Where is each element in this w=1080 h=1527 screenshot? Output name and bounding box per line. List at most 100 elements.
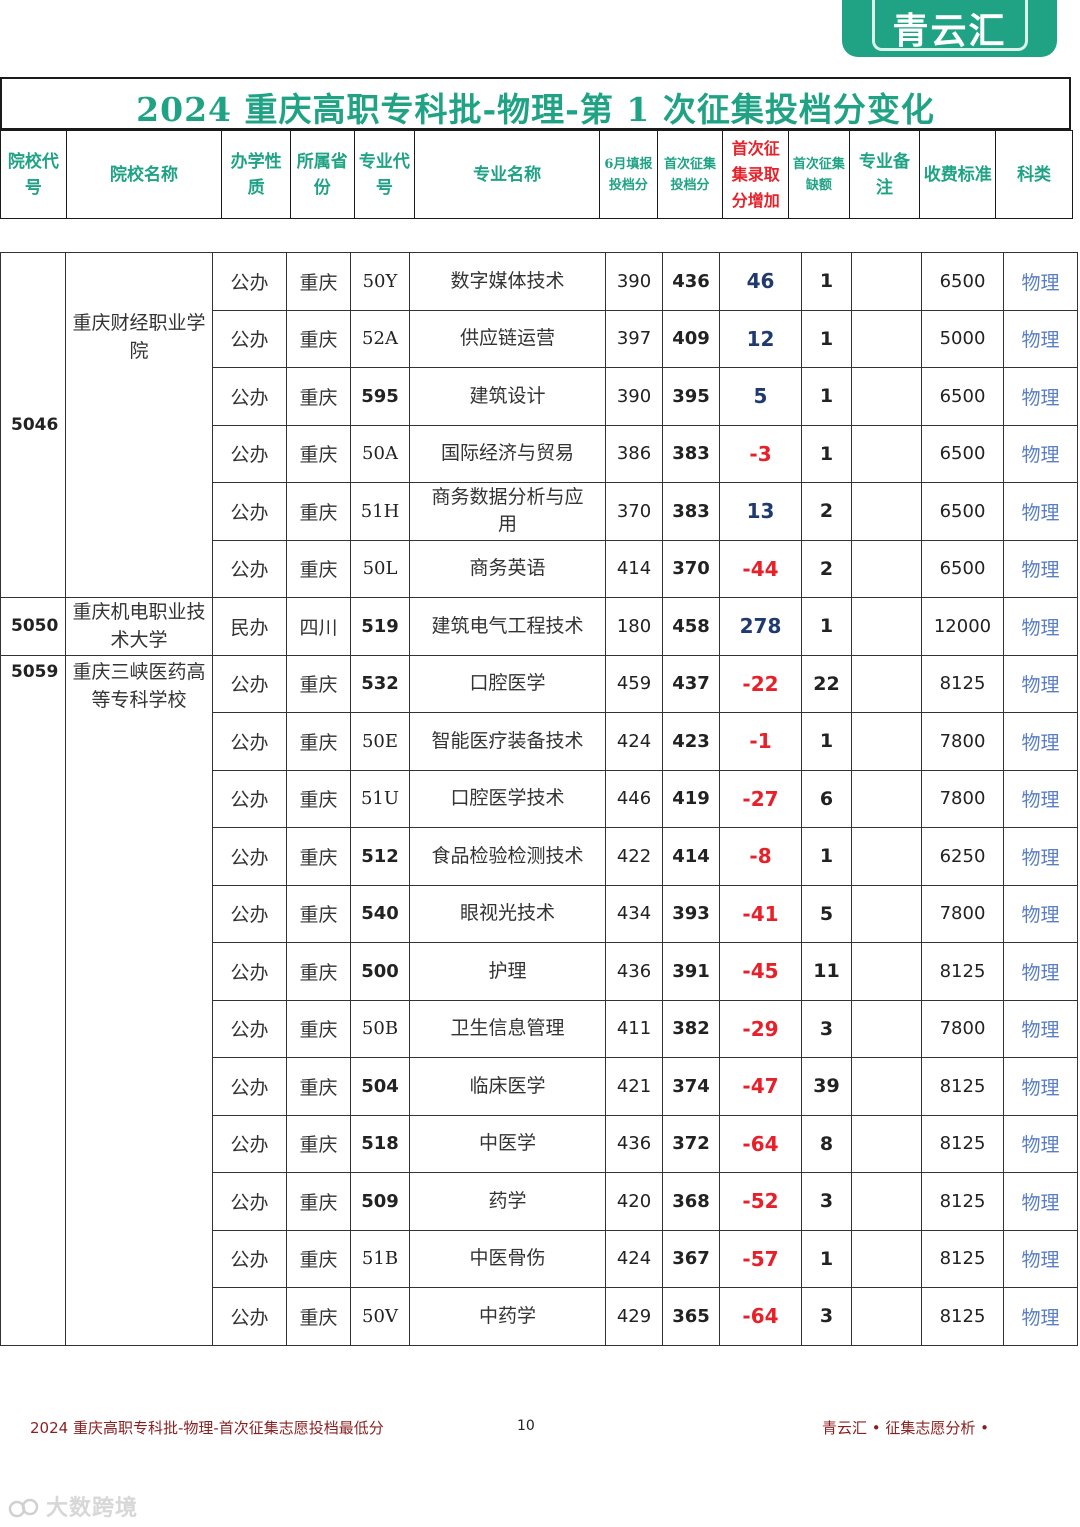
vacancy-cell: 1 (801, 367, 852, 426)
major-code-cell: 50B (350, 999, 410, 1058)
province-cell: 重庆 (286, 539, 351, 598)
june-score-cell: 429 (605, 1287, 663, 1346)
increase-cell: 13 (719, 482, 802, 541)
watermark: 大数跨境 (8, 1490, 138, 1522)
subject-cell: 物理 (1003, 252, 1078, 311)
major-name-cell: 商务数据分析与应用 (409, 482, 606, 541)
footer-title: 2024 重庆高职专科批-物理-首次征集志愿投档最低分 (30, 1419, 384, 1437)
subject-cell: 物理 (1003, 712, 1078, 771)
remark-cell (851, 424, 922, 483)
june-score-cell: 180 (605, 597, 663, 656)
fee-cell: 8125 (921, 654, 1004, 713)
major-name-cell: 数字媒体技术 (409, 252, 606, 311)
first-score-cell: 365 (662, 1287, 720, 1346)
remark-cell (851, 597, 922, 656)
major-name-cell: 口腔医学技术 (409, 769, 606, 828)
june-score-cell: 386 (605, 424, 663, 483)
increase-cell: -57 (719, 1229, 802, 1288)
major-code-cell: 50V (350, 1287, 410, 1346)
june-score-cell: 421 (605, 1057, 663, 1116)
subject-cell: 物理 (1003, 482, 1078, 541)
province-cell: 重庆 (286, 999, 351, 1058)
nature-cell: 民办 (212, 597, 287, 656)
vacancy-cell: 1 (801, 252, 852, 311)
major-code-cell: 50Y (350, 252, 410, 311)
major-name-cell: 口腔医学 (409, 654, 606, 713)
nature-cell: 公办 (212, 999, 287, 1058)
june-score-cell: 414 (605, 539, 663, 598)
fee-cell: 6500 (921, 539, 1004, 598)
june-score-cell: 420 (605, 1172, 663, 1231)
school-code: 5059 (0, 654, 66, 1346)
remark-cell (851, 252, 922, 311)
header-vacancy: 首次征集缺额 (788, 130, 850, 219)
increase-cell: -44 (719, 539, 802, 598)
major-name-cell: 中药学 (409, 1287, 606, 1346)
table-row: 5046 重庆财经职业学院 公办 重庆 50Y 数字媒体技术 390 436 46 1 6500 物理 (0, 252, 1078, 598)
header-fee: 收费标准 (919, 130, 997, 219)
increase-cell: 12 (719, 309, 802, 368)
fee-cell: 12000 (921, 597, 1004, 656)
major-code-cell: 52A (350, 309, 410, 368)
major-name-cell: 供应链运营 (409, 309, 606, 368)
vacancy-cell: 11 (801, 942, 852, 1001)
school-code: 5050 (0, 597, 66, 656)
june-score-cell: 434 (605, 884, 663, 943)
june-score-cell: 390 (605, 367, 663, 426)
logo-text: 青云汇 (892, 11, 1007, 52)
major-code-cell: 512 (350, 827, 410, 886)
major-code-cell: 509 (350, 1172, 410, 1231)
remark-cell (851, 1057, 922, 1116)
fee-cell: 6250 (921, 827, 1004, 886)
subject-cell: 物理 (1003, 1114, 1078, 1173)
fee-cell: 8125 (921, 1114, 1004, 1173)
vacancy-cell: 22 (801, 654, 852, 713)
nature-cell: 公办 (212, 769, 287, 828)
nature-cell: 公办 (212, 539, 287, 598)
page-number: 10 (517, 1418, 535, 1434)
first-score-cell: 409 (662, 309, 720, 368)
nature-cell: 公办 (212, 252, 287, 311)
nature-cell: 公办 (212, 1114, 287, 1173)
first-score-cell: 383 (662, 424, 720, 483)
nature-cell: 公办 (212, 712, 287, 771)
remark-cell (851, 942, 922, 1001)
increase-cell: -1 (719, 712, 802, 771)
first-score-cell: 382 (662, 999, 720, 1058)
first-score-cell: 367 (662, 1229, 720, 1288)
remark-cell (851, 769, 922, 828)
increase-cell: 46 (719, 252, 802, 311)
province-cell: 重庆 (286, 252, 351, 311)
vacancy-cell: 3 (801, 1172, 852, 1231)
province-cell: 重庆 (286, 482, 351, 541)
score-table: 5046 重庆财经职业学院 公办 重庆 50Y 数字媒体技术 390 436 46 1 6500 物理… (0, 252, 1078, 1346)
page-title: 2024 重庆高职专科批-物理-第 1 次征集投档分变化 (136, 90, 935, 129)
subject-cell: 物理 (1003, 827, 1078, 886)
header-first-score: 首次征集投档分 (656, 130, 724, 219)
province-cell: 重庆 (286, 1114, 351, 1173)
province-cell: 重庆 (286, 654, 351, 713)
subject-cell: 物理 (1003, 884, 1078, 943)
watermark-logo-icon (8, 1498, 39, 1518)
vacancy-cell: 2 (801, 482, 852, 541)
major-name-cell: 商务英语 (409, 539, 606, 598)
subject-cell: 物理 (1003, 942, 1078, 1001)
header-june-score: 6月填报投档分 (599, 130, 658, 219)
province-cell: 重庆 (286, 1172, 351, 1231)
remark-cell (851, 1172, 922, 1231)
increase-cell: -3 (719, 424, 802, 483)
june-score-cell: 459 (605, 654, 663, 713)
nature-cell: 公办 (212, 367, 287, 426)
title-box: 2024 重庆高职专科批-物理-第 1 次征集投档分变化 (0, 77, 1071, 130)
major-name-cell: 护理 (409, 942, 606, 1001)
vacancy-cell: 6 (801, 769, 852, 828)
school-code: 5046 (0, 252, 66, 598)
subject-cell: 物理 (1003, 367, 1078, 426)
subject-cell: 物理 (1003, 309, 1078, 368)
june-score-cell: 436 (605, 942, 663, 1001)
remark-cell (851, 1287, 922, 1346)
major-code-cell: 51B (350, 1229, 410, 1288)
increase-cell: -64 (719, 1287, 802, 1346)
nature-cell: 公办 (212, 942, 287, 1001)
major-code-cell: 595 (350, 367, 410, 426)
